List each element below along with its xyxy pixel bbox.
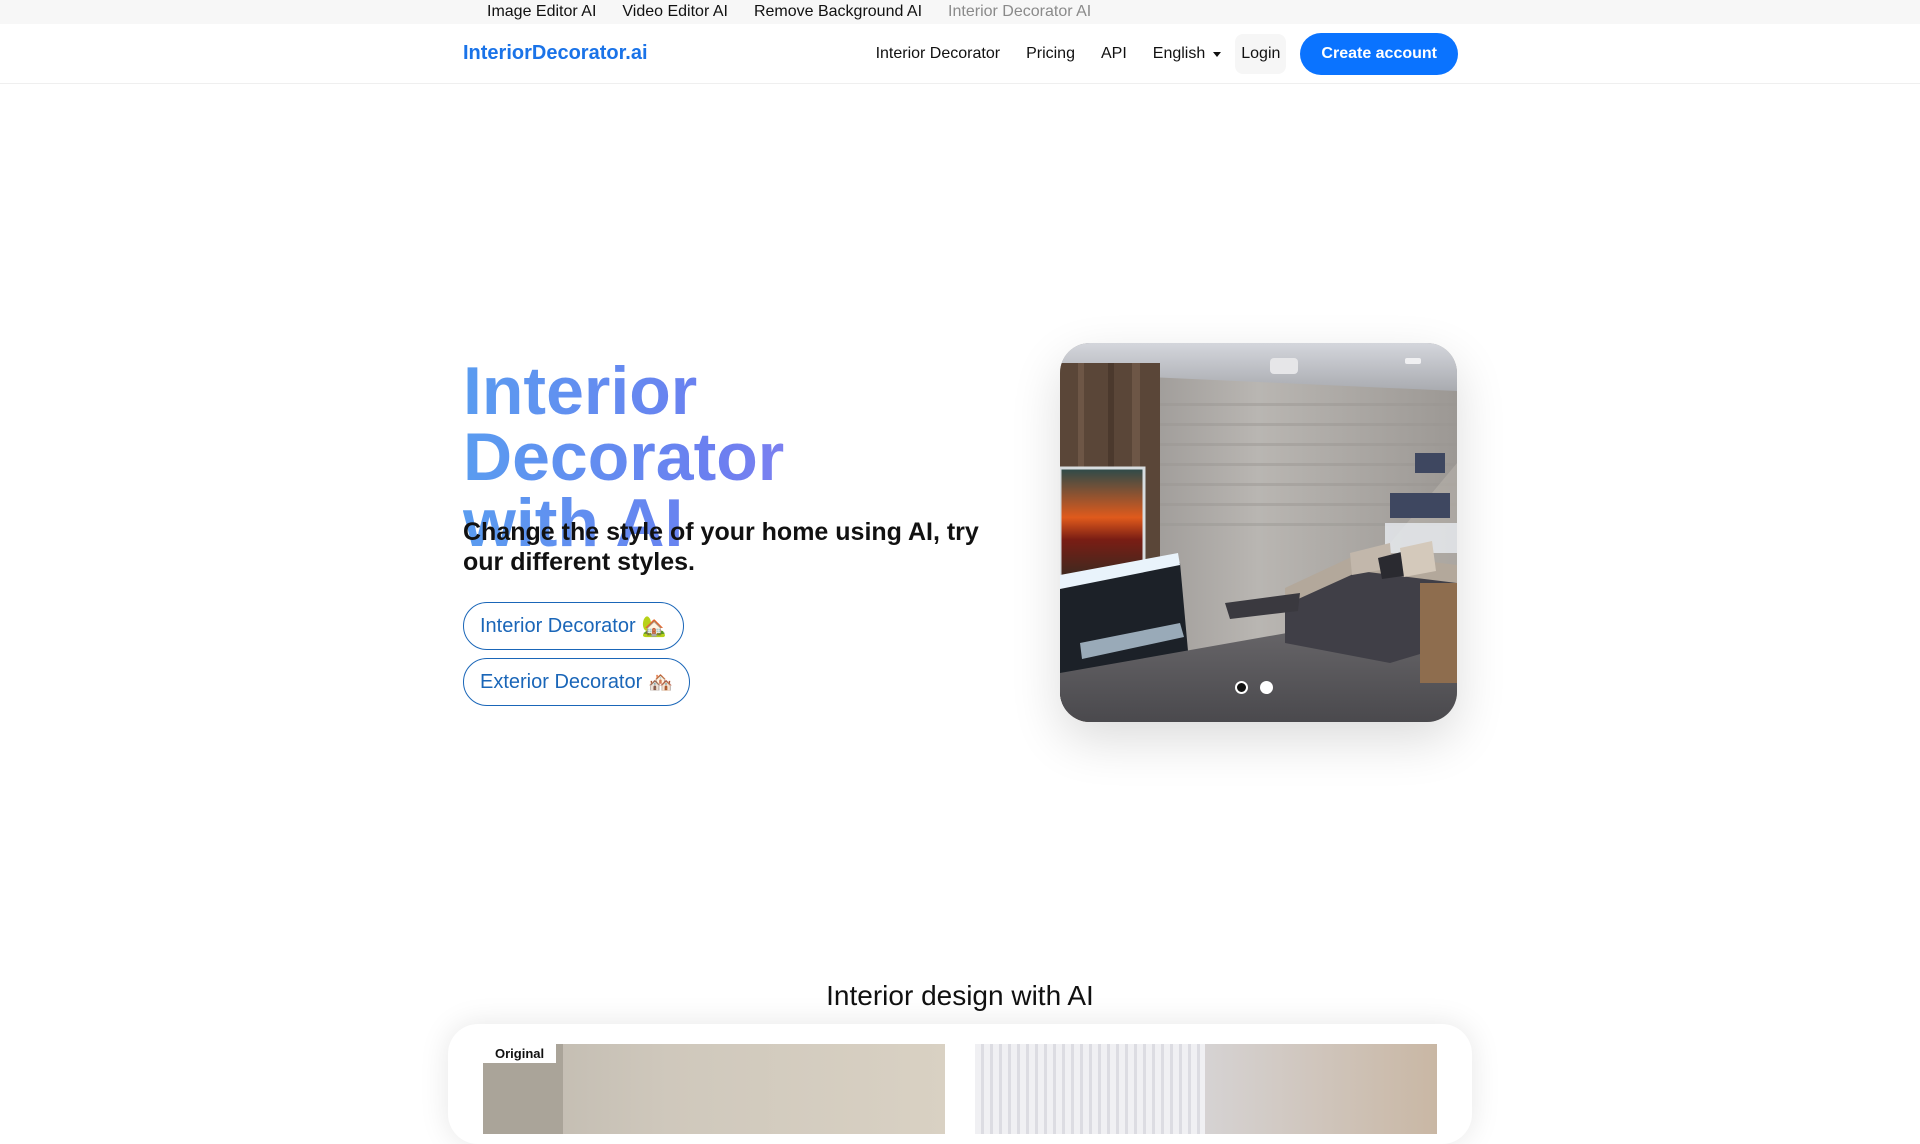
nav-interior-decorator[interactable]: Interior Decorator (876, 45, 1001, 63)
comparison-card: Original (448, 1024, 1472, 1144)
original-image: Original (483, 1044, 945, 1134)
nav-api[interactable]: API (1101, 45, 1127, 63)
product-link-image-editor[interactable]: Image Editor AI (487, 3, 596, 21)
caret-down-icon (1213, 51, 1222, 57)
language-dropdown[interactable]: English (1152, 45, 1222, 63)
site-header: InteriorDecorator.ai Interior Decorator … (0, 24, 1920, 84)
login-button[interactable]: Login (1235, 34, 1287, 74)
interior-decorator-button-label: Interior Decorator (480, 614, 636, 637)
create-account-button[interactable]: Create account (1300, 33, 1458, 75)
carousel-indicators (1235, 681, 1273, 694)
hero-carousel[interactable] (1060, 343, 1457, 722)
product-link-video-editor[interactable]: Video Editor AI (622, 3, 728, 21)
decorated-image (975, 1044, 1437, 1134)
brand-logo[interactable]: InteriorDecorator.ai (463, 42, 648, 65)
product-link-interior-decorator[interactable]: Interior Decorator AI (948, 3, 1091, 21)
language-label: English (1152, 45, 1206, 62)
product-bar: Image Editor AI Video Editor AI Remove B… (0, 0, 1920, 24)
house-with-garden-icon: 🏡 (641, 614, 667, 638)
main-nav: Interior Decorator Pricing API English L… (876, 32, 1458, 76)
living-room-image (1060, 343, 1457, 722)
carousel-dot-1[interactable] (1235, 681, 1248, 694)
exterior-decorator-button[interactable]: Exterior Decorator 🏘️ (463, 658, 691, 706)
carousel-dot-2[interactable] (1260, 681, 1273, 694)
product-links: Image Editor AI Video Editor AI Remove B… (487, 0, 1091, 24)
houses-icon: 🏘️ (648, 670, 674, 694)
product-link-remove-background[interactable]: Remove Background AI (754, 3, 922, 21)
original-label: Original (483, 1044, 557, 1063)
nav-pricing[interactable]: Pricing (1026, 45, 1075, 63)
section-title: Interior design with AI (826, 980, 1094, 1011)
hero-title-line-1: Interior Decorator (463, 353, 785, 495)
exterior-decorator-button-label: Exterior Decorator (480, 670, 643, 693)
interior-decorator-button[interactable]: Interior Decorator 🏡 (463, 602, 684, 650)
hero-subtitle: Change the style of your home using AI, … (463, 518, 979, 576)
